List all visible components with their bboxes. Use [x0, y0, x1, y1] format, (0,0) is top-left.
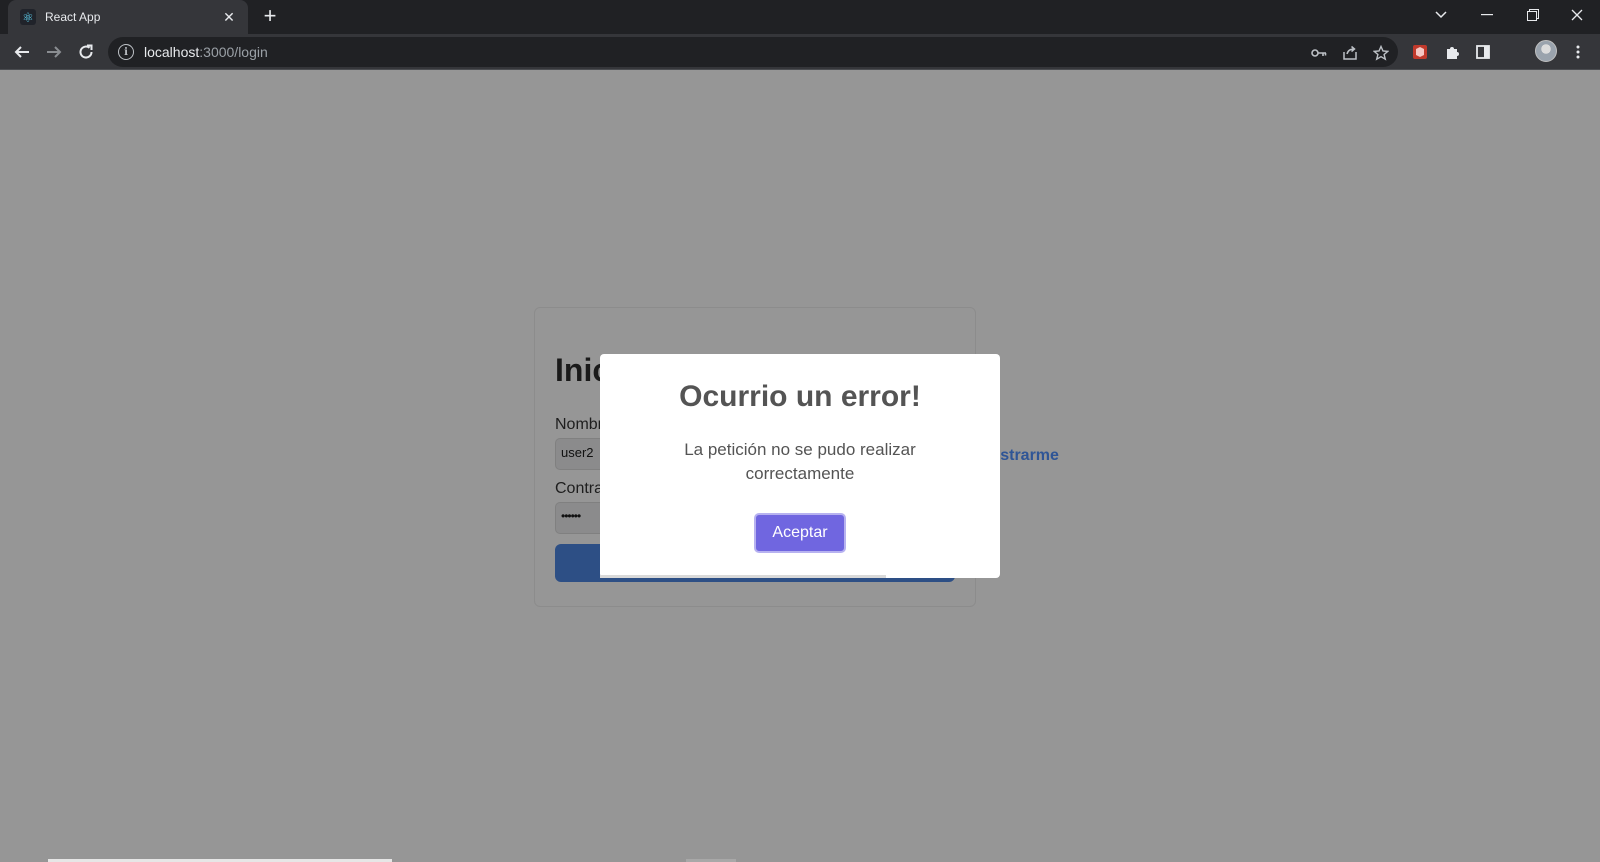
new-tab-button[interactable]: +: [258, 5, 282, 29]
close-window-button[interactable]: [1554, 0, 1600, 30]
url-host: localhost: [144, 44, 200, 60]
extension-red-icon[interactable]: [1410, 42, 1430, 62]
forward-arrow-icon[interactable]: [40, 38, 68, 66]
profile-avatar[interactable]: [1535, 40, 1557, 62]
more-menu-icon[interactable]: [1568, 42, 1588, 62]
extensions-puzzle-icon[interactable]: [1442, 42, 1462, 62]
browser-tab-strip: ⚛ React App ✕ +: [0, 0, 1600, 34]
key-icon[interactable]: [1310, 44, 1328, 62]
url-text: localhost:3000/login: [144, 44, 268, 60]
back-arrow-icon[interactable]: [8, 38, 36, 66]
error-dialog: Ocurrio un error! La petición no se pudo…: [600, 354, 1000, 578]
browser-toolbar: i localhost:3000/login: [0, 34, 1600, 70]
reload-icon[interactable]: [72, 38, 100, 66]
share-icon[interactable]: [1341, 44, 1359, 62]
tab-title: React App: [45, 10, 101, 24]
restore-button[interactable]: [1510, 0, 1556, 30]
browser-tab[interactable]: ⚛ React App ✕: [8, 0, 248, 34]
dialog-timer-bar: [600, 575, 886, 578]
tab-close-icon[interactable]: ✕: [220, 9, 238, 26]
side-panel-icon[interactable]: [1473, 42, 1493, 62]
dialog-message: La petición no se pudo realizar correcta…: [684, 440, 916, 483]
password-label: Contra: [555, 480, 604, 497]
bookmark-star-icon[interactable]: [1372, 44, 1390, 62]
minimize-button[interactable]: [1464, 0, 1510, 30]
username-label: Nombr: [555, 416, 604, 433]
react-icon: ⚛: [20, 9, 36, 25]
site-info-icon[interactable]: i: [118, 44, 134, 60]
address-bar[interactable]: i localhost:3000/login: [108, 37, 1398, 67]
dialog-title: Ocurrio un error!: [679, 380, 921, 413]
accept-button[interactable]: Aceptar: [754, 513, 846, 553]
url-path: :3000/login: [199, 44, 268, 60]
tab-search-icon[interactable]: [1418, 0, 1464, 30]
